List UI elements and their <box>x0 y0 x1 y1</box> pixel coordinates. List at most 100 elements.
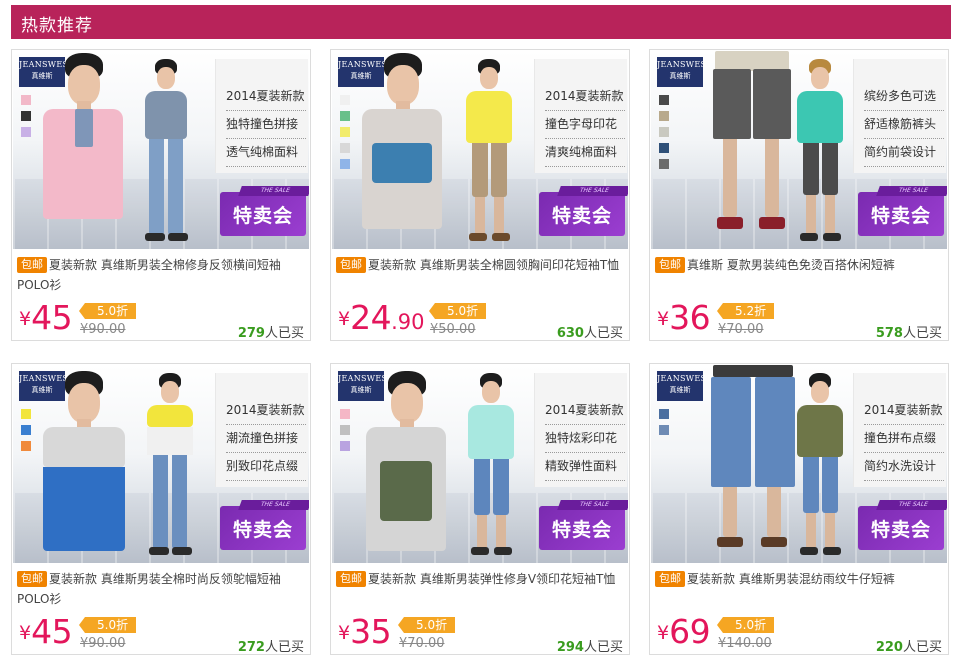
model-figure <box>366 371 446 561</box>
discount-tag: 5.0折 <box>78 303 137 319</box>
color-swatches <box>659 95 669 175</box>
original-price: ¥70.00 <box>718 322 764 337</box>
model-figure <box>43 371 125 561</box>
color-swatch <box>659 159 669 169</box>
product-card[interactable]: JEANSWEST 真维斯 2014夏装新款 撞色拼布点缀 简约水洗设计 THE… <box>649 363 949 655</box>
feature-item: 潮流撞色拼接 <box>226 429 306 453</box>
current-price: ¥45 <box>19 298 73 337</box>
feature-list: 2014夏装新款 撞色拼布点缀 简约水洗设计 <box>853 373 946 487</box>
feature-list: 2014夏装新款 独特炫彩印花 精致弹性面料 <box>534 373 627 487</box>
product-title-link[interactable]: 包邮 夏装新款 真维斯男装全棉修身反领横间短袖POLO衫 <box>17 255 305 295</box>
model-figure <box>707 365 799 561</box>
original-price: ¥140.00 <box>718 636 772 651</box>
color-swatch <box>340 143 350 153</box>
product-title-link[interactable]: 包邮 夏装新款 真维斯男装全棉时尚反领鸵幅短袖POLO衫 <box>17 569 305 609</box>
current-price: ¥45 <box>19 612 73 651</box>
feature-item: 清爽纯棉面料 <box>545 143 625 167</box>
product-title[interactable]: 夏装新款 真维斯男装全棉修身反领横间短袖POLO衫 <box>17 258 281 292</box>
model-figure-small <box>797 373 843 557</box>
feature-item: 精致弹性面料 <box>545 457 625 481</box>
product-card[interactable]: JEANSWEST 真维斯 2014夏装新款 撞色字母印花 清爽纯棉面料 THE … <box>330 49 630 341</box>
current-price: ¥24.90 <box>338 298 425 337</box>
color-swatches <box>340 95 350 175</box>
sale-badge: THE SALE 特卖会 <box>220 186 309 236</box>
model-figure-small <box>466 59 512 243</box>
sold-count: 279人已买 <box>237 326 304 341</box>
feature-item: 透气纯棉面料 <box>226 143 306 167</box>
discount-tag: 5.2折 <box>716 303 775 319</box>
color-swatch <box>659 95 669 105</box>
model-figure-small <box>143 59 189 243</box>
product-title-link[interactable]: 包邮 夏装新款 真维斯男装全棉圆领胸间印花短袖T恤 <box>336 255 624 275</box>
free-shipping-tag: 包邮 <box>655 257 685 273</box>
color-swatch <box>21 441 31 451</box>
product-image[interactable]: JEANSWEST 真维斯 2014夏装新款 独特撞色拼接 透气纯棉面料 THE … <box>13 51 309 249</box>
color-swatch <box>21 111 31 121</box>
product-image[interactable]: JEANSWEST 真维斯 2014夏装新款 独特炫彩印花 精致弹性面料 THE … <box>332 365 628 563</box>
color-swatches <box>21 409 31 457</box>
color-swatch <box>21 409 31 419</box>
free-shipping-tag: 包邮 <box>336 571 366 587</box>
sold-count: 272人已买 <box>237 640 304 655</box>
model-figure-small <box>147 373 193 557</box>
product-title[interactable]: 夏装新款 真维斯男装全棉圆领胸间印花短袖T恤 <box>368 258 619 272</box>
sale-badge: THE SALE 特卖会 <box>858 186 947 236</box>
model-figure-small <box>468 373 514 557</box>
current-price: ¥36 <box>657 298 711 337</box>
brand-logo: JEANSWEST 真维斯 <box>657 371 712 401</box>
product-title-link[interactable]: 包邮 真维斯 夏款男装纯色免烫百搭休闲短裤 <box>655 255 943 275</box>
product-title-link[interactable]: 包邮 夏装新款 真维斯男装混纺雨纹牛仔短裤 <box>655 569 943 589</box>
sale-badge: THE SALE 特卖会 <box>220 500 309 550</box>
sold-count: 294人已买 <box>556 640 623 655</box>
product-image[interactable]: JEANSWEST 真维斯 2014夏装新款 潮流撞色拼接 别致印花点缀 THE … <box>13 365 309 563</box>
color-swatch <box>659 425 669 435</box>
product-card[interactable]: JEANSWEST 真维斯 2014夏装新款 独特撞色拼接 透气纯棉面料 THE … <box>11 49 311 341</box>
product-image[interactable]: JEANSWEST 真维斯 2014夏装新款 撞色拼布点缀 简约水洗设计 THE… <box>651 365 947 563</box>
model-figure-small <box>797 59 843 243</box>
free-shipping-tag: 包邮 <box>655 571 685 587</box>
feature-item: 撞色字母印花 <box>545 115 625 139</box>
product-title[interactable]: 夏装新款 真维斯男装混纺雨纹牛仔短裤 <box>687 572 895 586</box>
feature-item: 简约水洗设计 <box>864 457 944 481</box>
color-swatch <box>340 409 350 419</box>
feature-item: 2014夏装新款 <box>545 87 625 111</box>
discount-tag: 5.0折 <box>428 303 487 319</box>
discount-tag: 5.0折 <box>78 617 137 633</box>
product-card[interactable]: JEANSWEST 真维斯 2014夏装新款 潮流撞色拼接 别致印花点缀 THE … <box>11 363 311 655</box>
feature-item: 2014夏装新款 <box>545 401 625 425</box>
model-figure <box>707 51 797 247</box>
color-swatch <box>21 425 31 435</box>
product-image[interactable]: JEANSWEST 真维斯 缤纷多色可选 舒适橡筋裤头 简约前袋设计 THE S… <box>651 51 947 249</box>
product-title[interactable]: 夏装新款 真维斯男装弹性修身V领印花短袖T恤 <box>368 572 615 586</box>
color-swatch <box>340 441 350 451</box>
model-figure <box>362 53 442 249</box>
free-shipping-tag: 包邮 <box>17 571 47 587</box>
color-swatch <box>659 409 669 419</box>
color-swatch <box>340 127 350 137</box>
free-shipping-tag: 包邮 <box>17 257 47 273</box>
sale-badge: THE SALE 特卖会 <box>539 186 628 236</box>
discount-tag: 5.0折 <box>397 617 456 633</box>
product-title-link[interactable]: 包邮 夏装新款 真维斯男装弹性修身V领印花短袖T恤 <box>336 569 624 589</box>
color-swatch <box>340 159 350 169</box>
product-title[interactable]: 夏装新款 真维斯男装全棉时尚反领鸵幅短袖POLO衫 <box>17 572 281 606</box>
feature-item: 舒适橡筋裤头 <box>864 115 944 139</box>
sold-count: 220人已买 <box>875 640 942 655</box>
color-swatch <box>340 425 350 435</box>
discount-tag: 5.0折 <box>716 617 775 633</box>
feature-item: 2014夏装新款 <box>226 401 306 425</box>
color-swatches <box>340 409 350 457</box>
feature-item: 2014夏装新款 <box>226 87 306 111</box>
product-card[interactable]: JEANSWEST 真维斯 缤纷多色可选 舒适橡筋裤头 简约前袋设计 THE S… <box>649 49 949 341</box>
product-title[interactable]: 真维斯 夏款男装纯色免烫百搭休闲短裤 <box>687 258 895 272</box>
color-swatches <box>21 95 31 143</box>
sale-badge: THE SALE 特卖会 <box>858 500 947 550</box>
original-price: ¥50.00 <box>430 322 476 337</box>
product-image[interactable]: JEANSWEST 真维斯 2014夏装新款 撞色字母印花 清爽纯棉面料 THE … <box>332 51 628 249</box>
product-card[interactable]: JEANSWEST 真维斯 2014夏装新款 独特炫彩印花 精致弹性面料 THE … <box>330 363 630 655</box>
model-figure <box>43 53 123 249</box>
feature-item: 别致印花点缀 <box>226 457 306 481</box>
feature-item: 2014夏装新款 <box>864 401 944 425</box>
current-price: ¥69 <box>657 612 711 651</box>
color-swatch <box>659 143 669 153</box>
